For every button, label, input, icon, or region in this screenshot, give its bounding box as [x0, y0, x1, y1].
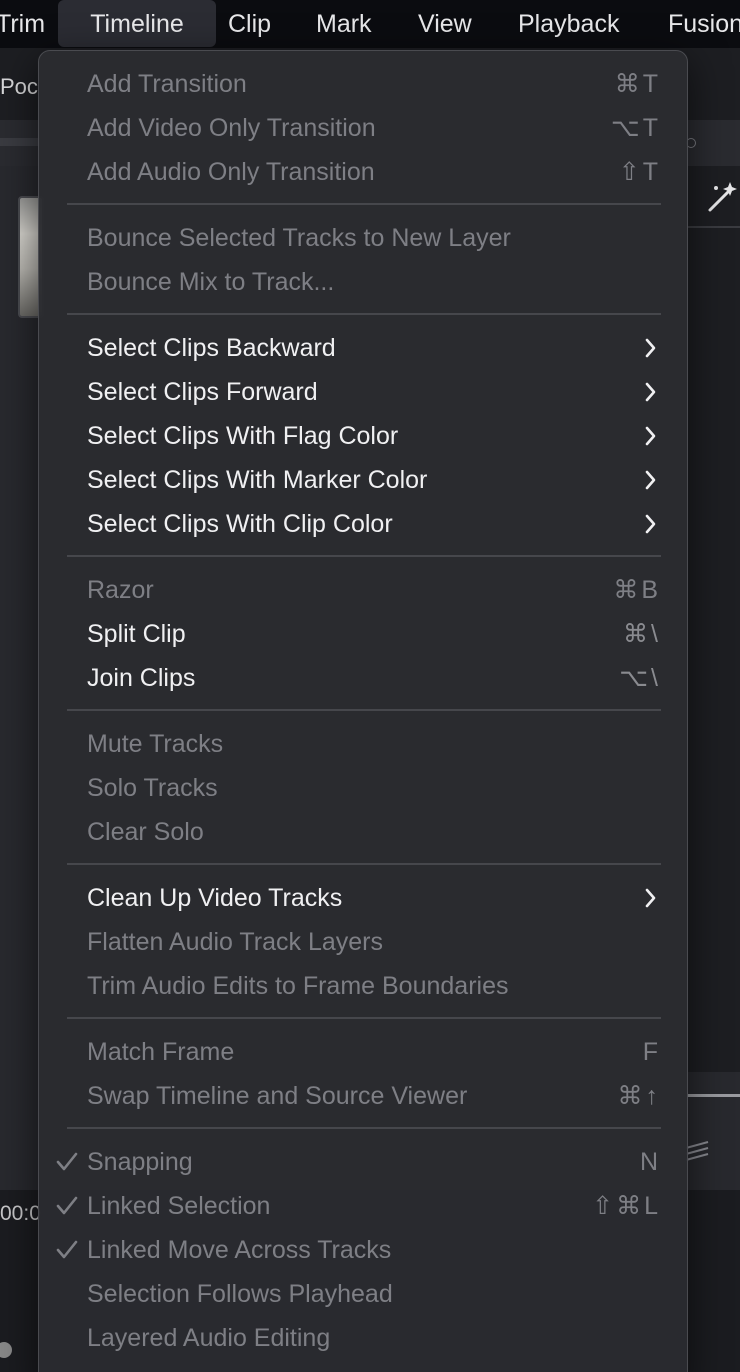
menu-item-label: Layered Audio Editing: [87, 1324, 331, 1352]
menu-item-bounce-mix-to-track[interactable]: Bounce Mix to Track...: [87, 260, 661, 304]
menu-item-shortcut: ⌘B: [613, 576, 661, 604]
menubar-item-clip[interactable]: Clip: [228, 0, 271, 48]
menubar: Trim Timeline Clip Mark View Playback Fu…: [0, 0, 740, 48]
menu-item-join-clips[interactable]: Join Clips ⌥\: [87, 656, 661, 700]
chevron-right-icon: [639, 326, 661, 370]
magic-wand-icon[interactable]: [706, 178, 740, 218]
menubar-item-view[interactable]: View: [418, 0, 472, 48]
menu-item-label: Snapping: [87, 1148, 193, 1176]
menu-item-mute-tracks[interactable]: Mute Tracks: [87, 722, 661, 766]
viewer-side-panel: [688, 166, 740, 1072]
menu-item-select-clips-clip-color[interactable]: Select Clips With Clip Color: [87, 502, 661, 546]
menu-item-label: Add Video Only Transition: [87, 114, 376, 142]
menu-item-select-clips-backward[interactable]: Select Clips Backward: [87, 326, 661, 370]
menubar-item-timeline[interactable]: Timeline: [58, 0, 216, 47]
divider: [688, 226, 740, 228]
menu-item-layered-audio-editing[interactable]: Layered Audio Editing: [87, 1316, 661, 1360]
menu-item-label: Bounce Selected Tracks to New Layer: [87, 224, 511, 252]
menu-item-label: Select Clips With Marker Color: [87, 466, 428, 494]
timeline-menu: Add Transition ⌘T Add Video Only Transit…: [38, 50, 688, 1372]
menu-item-label: Solo Tracks: [87, 774, 218, 802]
menu-item-shortcut: ⇧⌘L: [592, 1192, 661, 1220]
timecode-display: 00:0: [0, 1202, 41, 1225]
menu-item-select-clips-flag-color[interactable]: Select Clips With Flag Color: [87, 414, 661, 458]
app-window: Poc 00:0 Trim Timeline Clip Mark View Pl…: [0, 0, 740, 1372]
menu-item-shortcut: ⌘T: [614, 70, 661, 98]
menubar-item-trim[interactable]: Trim: [0, 0, 45, 48]
menu-item-label: Match Frame: [87, 1038, 235, 1066]
menu-item-shortcut: N: [639, 1148, 661, 1176]
menu-item-split-clip[interactable]: Split Clip ⌘\: [87, 612, 661, 656]
menu-item-label: Selection Follows Playhead: [87, 1280, 393, 1308]
menu-item-solo-tracks[interactable]: Solo Tracks: [87, 766, 661, 810]
menu-item-selection-follows-playhead[interactable]: Selection Follows Playhead: [87, 1272, 661, 1316]
menu-item-shortcut: ⌥T: [610, 114, 661, 142]
menu-item-label: Add Transition: [87, 70, 247, 98]
menu-item-label: Razor: [87, 576, 154, 604]
menubar-item-mark[interactable]: Mark: [316, 0, 372, 48]
menu-separator: [67, 709, 661, 711]
menu-separator: [67, 203, 661, 205]
background-toolbar-label[interactable]: Poc: [0, 72, 38, 102]
menu-item-shortcut: ⇧T: [618, 158, 661, 186]
menu-item-snapping[interactable]: Snapping N: [56, 1140, 661, 1184]
menu-item-linked-move-across-tracks[interactable]: Linked Move Across Tracks: [56, 1228, 661, 1272]
menu-item-label: Bounce Mix to Track...: [87, 268, 335, 296]
menu-item-label: Swap Timeline and Source Viewer: [87, 1082, 468, 1110]
menu-item-label: Select Clips With Clip Color: [87, 510, 393, 538]
menu-item-add-video-only-transition[interactable]: Add Video Only Transition ⌥T: [87, 106, 661, 150]
menu-item-shortcut: ⌥\: [619, 664, 661, 692]
menu-separator: [67, 1127, 661, 1129]
background-ruler-line: [0, 138, 40, 146]
menu-separator: [67, 863, 661, 865]
menu-item-select-clips-forward[interactable]: Select Clips Forward: [87, 370, 661, 414]
menu-item-add-audio-only-transition[interactable]: Add Audio Only Transition ⇧T: [87, 150, 661, 194]
checkmark-icon: [55, 1228, 79, 1287]
menu-item-label: Select Clips Backward: [87, 334, 336, 362]
playhead-bar: [688, 1094, 740, 1097]
menu-item-label: Join Clips: [87, 664, 196, 692]
menu-item-shortcut: ⌘↑: [617, 1082, 661, 1110]
menu-item-razor[interactable]: Razor ⌘B: [87, 568, 661, 612]
menu-item-trim-audio-edits[interactable]: Trim Audio Edits to Frame Boundaries: [87, 964, 661, 1008]
menu-item-match-frame[interactable]: Match Frame F: [87, 1030, 661, 1074]
menu-item-label: Linked Move Across Tracks: [87, 1236, 392, 1264]
menu-item-shortcut: F: [642, 1038, 661, 1066]
menu-item-label: Select Clips Forward: [87, 378, 318, 406]
menubar-item-fusion[interactable]: Fusion: [668, 0, 740, 48]
menu-item-clear-solo[interactable]: Clear Solo: [87, 810, 661, 854]
menu-item-label: Flatten Audio Track Layers: [87, 928, 383, 956]
menu-item-shortcut: ⌘\: [623, 620, 661, 648]
menu-item-label: Split Clip: [87, 620, 186, 648]
menu-item-label: Add Audio Only Transition: [87, 158, 375, 186]
menu-item-label: Mute Tracks: [87, 730, 224, 758]
chevron-right-icon: [639, 414, 661, 458]
chevron-right-icon: [639, 502, 661, 546]
chevron-right-icon: [639, 370, 661, 414]
menu-item-clean-up-video-tracks[interactable]: Clean Up Video Tracks: [87, 876, 661, 920]
menu-separator: [67, 1017, 661, 1019]
menu-item-label: Select Clips With Flag Color: [87, 422, 399, 450]
menu-item-select-clips-marker-color[interactable]: Select Clips With Marker Color: [87, 458, 661, 502]
menu-item-flatten-audio-track-layers[interactable]: Flatten Audio Track Layers: [87, 920, 661, 964]
menu-item-add-transition[interactable]: Add Transition ⌘T: [87, 62, 661, 106]
menubar-item-playback[interactable]: Playback: [518, 0, 619, 48]
menu-item-linked-selection[interactable]: Linked Selection ⇧⌘L: [56, 1184, 661, 1228]
menu-item-label: Trim Audio Edits to Frame Boundaries: [87, 972, 509, 1000]
menu-separator: [67, 555, 661, 557]
menu-item-swap-timeline-source-viewer[interactable]: Swap Timeline and Source Viewer ⌘↑: [87, 1074, 661, 1118]
menu-item-label: Clean Up Video Tracks: [87, 884, 343, 912]
menu-item-label: Clear Solo: [87, 818, 204, 846]
menu-item-bounce-selected-tracks[interactable]: Bounce Selected Tracks to New Layer: [87, 216, 661, 260]
menu-separator: [67, 313, 661, 315]
menu-item-label: Linked Selection: [87, 1192, 271, 1220]
chevron-right-icon: [639, 458, 661, 502]
chevron-right-icon: [639, 876, 661, 920]
